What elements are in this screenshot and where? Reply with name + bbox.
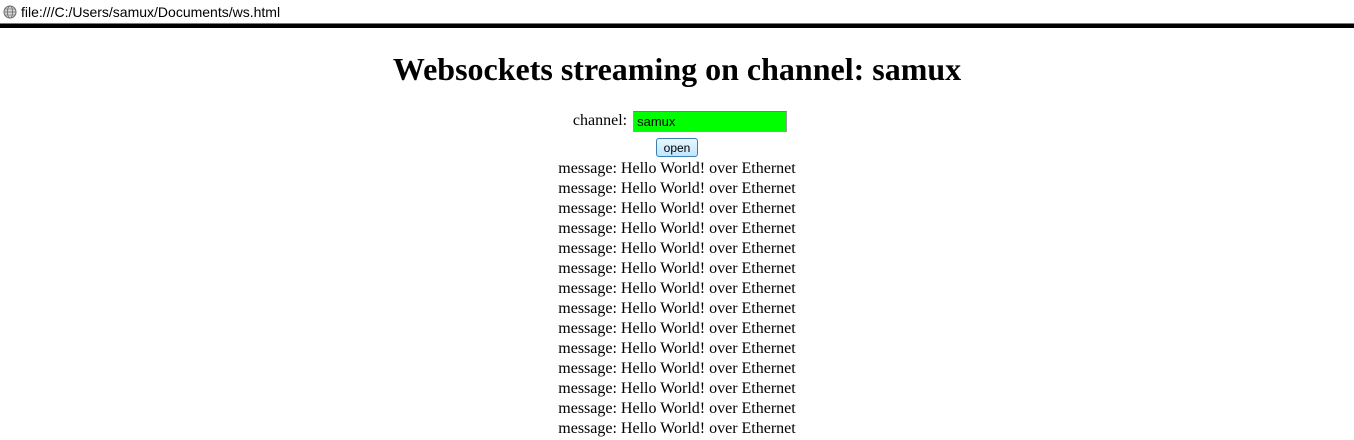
message-list: message: Hello World! over Ethernet messa… — [0, 159, 1354, 439]
channel-label: channel: — [572, 112, 628, 129]
message-line: message: Hello World! over Ethernet — [558, 200, 796, 217]
message-line: message: Hello World! over Ethernet — [558, 180, 796, 197]
message-line: message: Hello World! over Ethernet — [558, 360, 796, 377]
button-row: open — [0, 138, 1354, 158]
message-line: message: Hello World! over Ethernet — [558, 240, 796, 257]
message-line: message: Hello World! over Ethernet — [558, 400, 796, 417]
message-line: message: Hello World! over Ethernet — [558, 340, 796, 357]
address-bar[interactable]: file:///C:/Users/samux/Documents/ws.html — [0, 0, 1354, 23]
message-line: message: Hello World! over Ethernet — [558, 220, 796, 237]
message-line: message: Hello World! over Ethernet — [558, 280, 796, 297]
message-line: message: Hello World! over Ethernet — [558, 260, 796, 277]
globe-icon — [3, 5, 17, 19]
page-title: Websockets streaming on channel: samux — [392, 51, 962, 87]
page-content: Websockets streaming on channel: samux c… — [0, 28, 1354, 439]
message-line: message: Hello World! over Ethernet — [558, 160, 796, 177]
url-text[interactable]: file:///C:/Users/samux/Documents/ws.html — [21, 4, 280, 20]
message-line: message: Hello World! over Ethernet — [558, 320, 796, 337]
channel-input[interactable] — [633, 110, 788, 132]
message-line: message: Hello World! over Ethernet — [558, 380, 796, 397]
message-line: message: Hello World! over Ethernet — [558, 420, 796, 437]
message-line: message: Hello World! over Ethernet — [558, 300, 796, 317]
open-button[interactable]: open — [656, 138, 698, 157]
channel-form-row: channel: — [0, 110, 1354, 132]
